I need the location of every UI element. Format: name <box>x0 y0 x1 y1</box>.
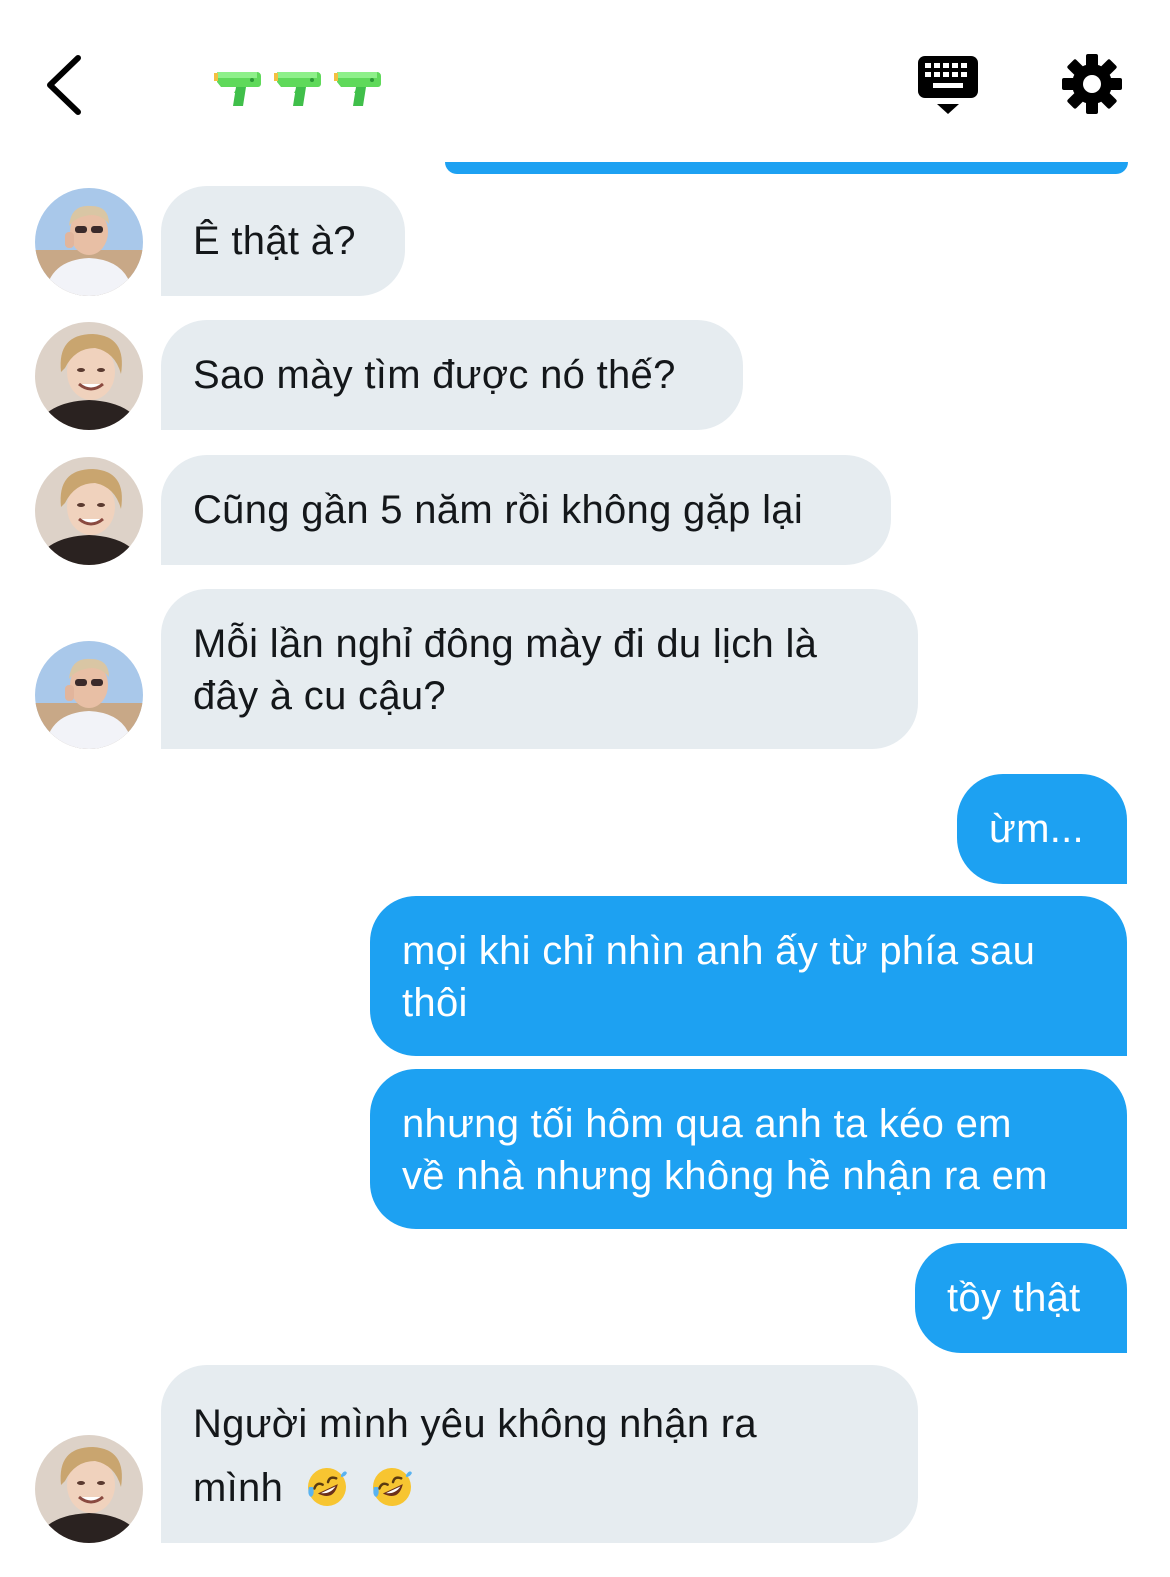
conversation-title[interactable] <box>214 64 384 108</box>
gear-icon <box>1062 54 1122 114</box>
conversation-header <box>0 0 1170 160</box>
message-text: Người mình yêu không nhận ra <box>193 1402 757 1446</box>
message-bubble-outgoing[interactable]: tồy thật <box>915 1243 1127 1353</box>
rolling-on-floor-laughing-icon <box>307 1468 347 1506</box>
avatar[interactable] <box>35 188 143 296</box>
message-text: nhưng tối hôm qua anh ta kéo em <box>402 1102 1012 1146</box>
message-text: về nhà nhưng không hề nhận ra em <box>402 1154 1048 1198</box>
message-bubble-incoming[interactable]: Cũng gần 5 năm rồi không gặp lại <box>161 455 891 565</box>
water-pistol-icon <box>214 72 261 106</box>
message-text: Cũng gần 5 năm rồi không gặp lại <box>193 488 804 532</box>
avatar-b-image <box>35 1435 143 1543</box>
avatar[interactable] <box>35 1435 143 1543</box>
message-text: đây à cu cậu? <box>193 674 446 718</box>
water-pistol-icon <box>274 72 321 106</box>
avatar[interactable] <box>35 457 143 565</box>
message-text: tồy thật <box>947 1276 1081 1320</box>
keyboard-button[interactable] <box>915 52 981 118</box>
message-text: mình <box>193 1466 284 1510</box>
message-bubble-outgoing[interactable]: ừm... <box>957 774 1127 884</box>
keyboard-icon <box>918 56 978 114</box>
chevron-left-icon <box>47 55 81 115</box>
message-line-with-emoji: mình <box>193 1455 886 1521</box>
avatar-a-image <box>35 641 143 749</box>
settings-button[interactable] <box>1060 52 1124 116</box>
previous-message-bubble-edge <box>445 162 1128 174</box>
message-text: ừm... <box>989 807 1084 851</box>
message-bubble-outgoing[interactable]: mọi khi chỉ nhìn anh ấy từ phía sau thôi <box>370 896 1127 1056</box>
message-text: thôi <box>402 981 468 1025</box>
avatar[interactable] <box>35 322 143 430</box>
water-pistol-icon <box>334 72 381 106</box>
message-bubble-incoming[interactable]: Mỗi lần nghỉ đông mày đi du lịch là đây … <box>161 589 918 749</box>
avatar[interactable] <box>35 641 143 749</box>
message-text: Ê thật à? <box>193 219 356 263</box>
message-bubble-incoming[interactable]: Ê thật à? <box>161 186 405 296</box>
message-text: Sao mày tìm được nó thế? <box>193 353 676 397</box>
avatar-b-image <box>35 322 143 430</box>
avatar-a-image <box>35 188 143 296</box>
message-bubble-outgoing[interactable]: nhưng tối hôm qua anh ta kéo em về nhà n… <box>370 1069 1127 1229</box>
message-bubble-incoming[interactable]: Người mình yêu không nhận ra mình <box>161 1365 918 1543</box>
rolling-on-floor-laughing-icon <box>372 1468 412 1506</box>
message-text: mọi khi chỉ nhìn anh ấy từ phía sau <box>402 929 1036 973</box>
message-text: Mỗi lần nghỉ đông mày đi du lịch là <box>193 622 818 666</box>
avatar-b-image <box>35 457 143 565</box>
back-button[interactable] <box>38 50 98 120</box>
message-bubble-incoming[interactable]: Sao mày tìm được nó thế? <box>161 320 743 430</box>
